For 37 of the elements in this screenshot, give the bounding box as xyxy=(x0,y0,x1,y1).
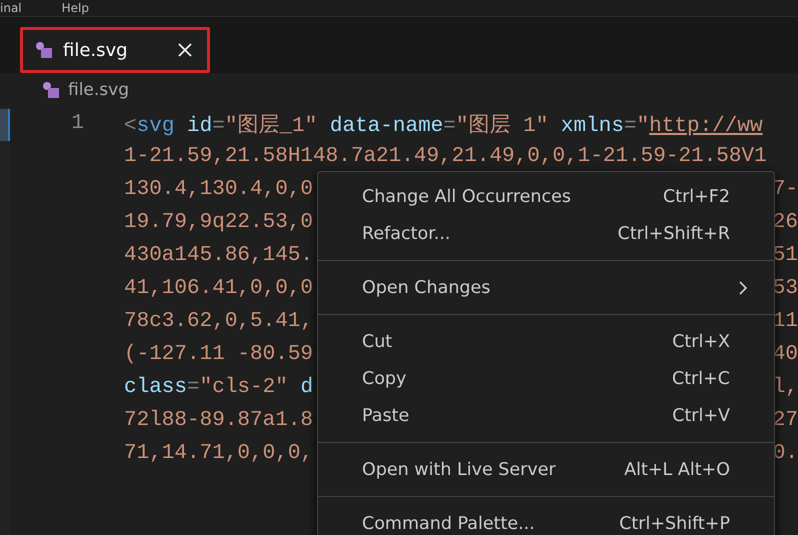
code-line: 78c3.62,0,5.41, xyxy=(124,310,314,333)
file-icon xyxy=(35,41,53,59)
chevron-right-icon xyxy=(738,280,748,296)
tab-label: file.svg xyxy=(63,40,129,60)
code-line: 430a145.86,145. xyxy=(124,244,314,267)
code-line: 53 xyxy=(772,277,798,300)
code-line: 51 xyxy=(772,244,798,267)
code-line: 1-21.59,21.58H148.7a21.49,21.49,0,0,1-21.59-21.58V1 xyxy=(124,145,767,168)
code-line: 72l88-89.87a1.8 xyxy=(124,409,314,432)
code-line: 40 xyxy=(772,343,798,366)
menu-item[interactable]: Refactor... Ctrl+Shift+R xyxy=(318,215,774,252)
editor-tab[interactable]: file.svg xyxy=(20,27,210,73)
activity-indicator xyxy=(0,109,10,141)
menu-item[interactable]: inal xyxy=(0,1,22,15)
menu-item[interactable]: Open Changes xyxy=(318,269,774,306)
file-icon xyxy=(42,81,60,99)
menu-item[interactable]: Paste Ctrl+V xyxy=(318,397,774,434)
code-line: 26 xyxy=(772,211,798,234)
menu-item[interactable]: Open with Live Server Alt+L Alt+O xyxy=(318,451,774,488)
code-line: 11 xyxy=(772,310,798,333)
breadcrumb[interactable]: file.svg xyxy=(68,80,130,100)
code-line: <svg id="图层_1" data-name="图层 1" xmlns="http://ww xyxy=(124,114,763,138)
code-line: 130.4,130.4,0,0 xyxy=(124,178,314,201)
code-line: (-127.11 -80.59 xyxy=(124,343,314,366)
line-number: 1 xyxy=(71,111,84,137)
menu-item[interactable]: Copy Ctrl+C xyxy=(318,360,774,397)
code-line: 27 xyxy=(772,409,798,432)
code-line: l, xyxy=(772,376,798,399)
menu-item[interactable]: Command Palette... Ctrl+Shift+P xyxy=(318,505,774,535)
menu-item[interactable]: Change All Occurrences Ctrl+F2 xyxy=(318,178,774,215)
code-line: 19.79,9q22.53,0 xyxy=(124,211,314,234)
code-line: 7- xyxy=(772,178,798,201)
menu-item[interactable]: Cut Ctrl+X xyxy=(318,323,774,360)
code-line: class="cls-2" d xyxy=(124,376,314,399)
code-line: 71,14.71,0,0,0, xyxy=(124,442,314,465)
menu-item[interactable]: Help xyxy=(62,1,89,15)
code-line: 41,106.41,0,0,0 xyxy=(124,277,314,300)
